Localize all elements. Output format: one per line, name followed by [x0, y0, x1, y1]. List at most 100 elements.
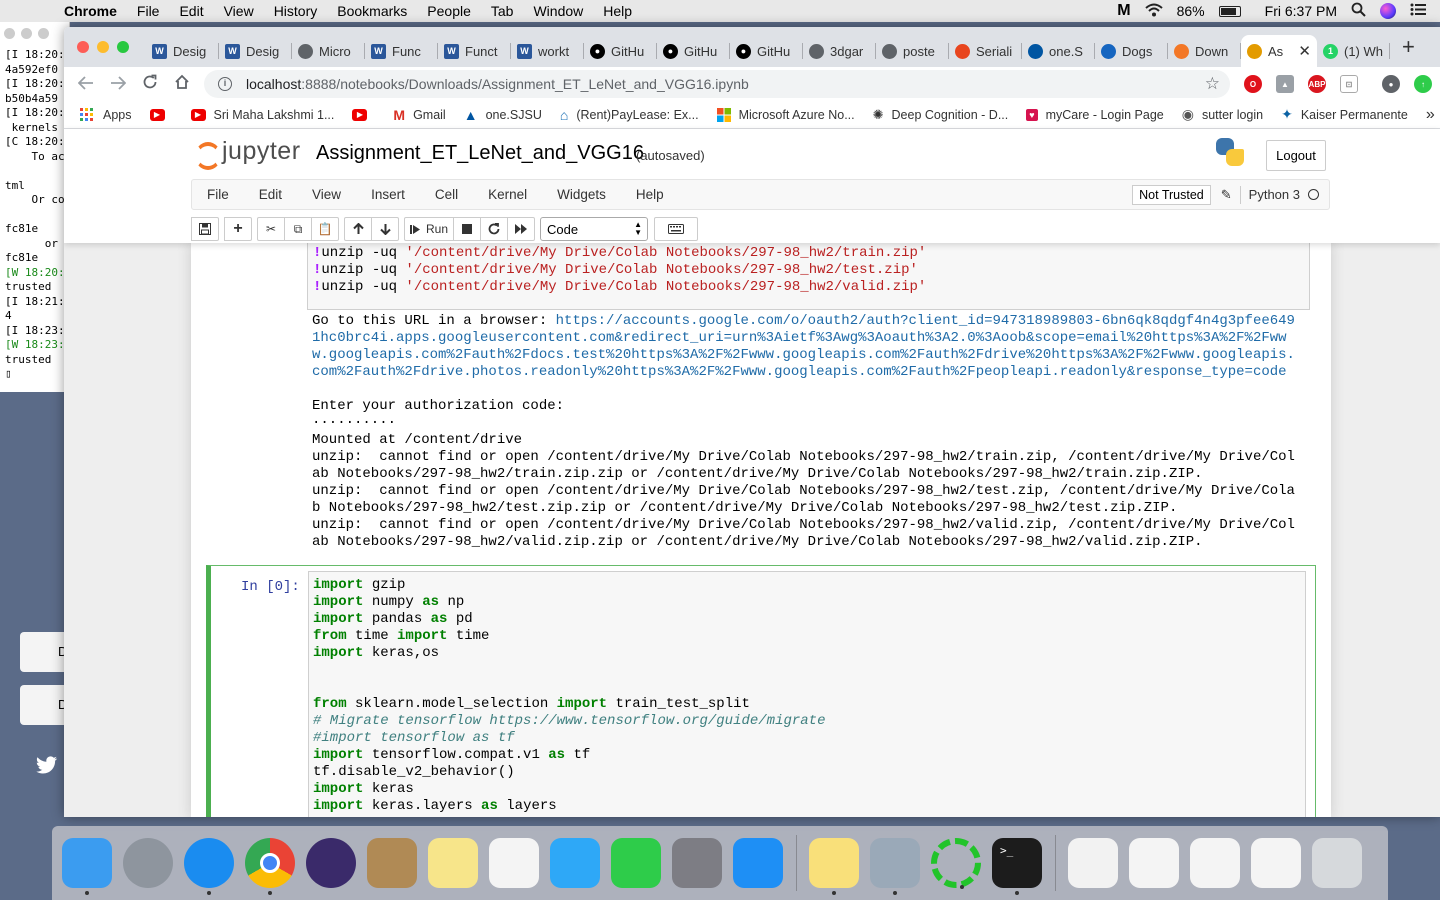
browser-tab[interactable]: W Func — [365, 35, 438, 67]
siri-icon[interactable] — [306, 838, 356, 888]
nb-menu-cell[interactable]: Cell — [420, 187, 473, 202]
browser-tab[interactable]: ● GitHu — [657, 35, 730, 67]
tab-active[interactable]: As ✕ — [1241, 35, 1317, 67]
app-store-icon[interactable] — [733, 838, 783, 888]
nb-menu-insert[interactable]: Insert — [356, 187, 420, 202]
jupyter-logo[interactable]: jupyter — [194, 137, 301, 170]
progress-ring-icon[interactable] — [931, 838, 981, 889]
trash-icon[interactable] — [1312, 838, 1362, 888]
bookmark-star-icon[interactable]: ☆ — [1205, 74, 1220, 94]
bookmark-one-sjsu[interactable]: ▲ one.SJSU — [464, 107, 542, 123]
menu-app-name[interactable]: Chrome — [54, 3, 127, 19]
downloads-stack-icon[interactable] — [1129, 838, 1179, 888]
nb-menu-file[interactable]: File — [192, 187, 244, 202]
browser-tab[interactable]: Micro — [292, 35, 365, 67]
bookmark-mycare[interactable]: ♥ myCare - Login Page — [1026, 108, 1164, 122]
browser-tab[interactable]: ● GitHu — [730, 35, 803, 67]
bookmark-azure[interactable]: Microsoft Azure No... — [716, 107, 855, 122]
browser-tab[interactable]: 1 (1) Wh — [1317, 35, 1390, 67]
cell-type-select[interactable]: Code ▲ ▼ — [540, 217, 648, 241]
menu-edit[interactable]: Edit — [169, 3, 213, 19]
nb-menu-edit[interactable]: Edit — [244, 187, 297, 202]
launchpad-icon[interactable] — [123, 838, 173, 888]
terminal-icon[interactable]: >_ — [992, 838, 1042, 895]
twitter-icon[interactable] — [36, 756, 58, 776]
chrome-icon[interactable] — [245, 838, 295, 895]
notes-icon[interactable] — [428, 838, 478, 888]
contacts-icon[interactable] — [367, 838, 417, 888]
browser-tab[interactable]: W Desig — [219, 35, 292, 67]
address-bar[interactable]: i localhost:8888/notebooks/Downloads/Ass… — [204, 70, 1230, 98]
desktop-item[interactable]: D — [20, 632, 68, 672]
preview-icon[interactable] — [870, 838, 920, 895]
minimize-window-button[interactable] — [97, 41, 109, 53]
menu-help[interactable]: Help — [593, 3, 642, 19]
photos-icon[interactable] — [489, 838, 539, 888]
nb-menu-help[interactable]: Help — [621, 187, 679, 202]
bookmark-sutter[interactable]: ◉ sutter login — [1182, 106, 1263, 123]
notebook-container[interactable]: # Unzip training dataset!unzip -uq '/con… — [191, 243, 1331, 817]
browser-tab[interactable]: poste — [876, 35, 949, 67]
spotlight-icon[interactable] — [1351, 2, 1366, 20]
kernel-name[interactable]: Python 3 — [1249, 187, 1300, 202]
forward-button[interactable] — [102, 74, 134, 95]
nb-menu-view[interactable]: View — [297, 187, 356, 202]
notebook-name[interactable]: Assignment_ET_LeNet_and_VGG16 — [316, 142, 644, 165]
bookmark-deep-cognition[interactable]: ✺ Deep Cognition - D... — [873, 107, 1009, 123]
menu-history[interactable]: History — [264, 3, 328, 19]
browser-tab[interactable]: Down — [1168, 35, 1241, 67]
desktop-item[interactable]: D — [20, 685, 68, 725]
messages-icon[interactable] — [550, 838, 600, 888]
stickies-icon[interactable] — [809, 838, 859, 895]
reload-button[interactable] — [134, 74, 166, 95]
terminal-window[interactable]: [I 18:20: 4a592ef0 [I 18:20: b50b4a59 [I 18:… — [0, 22, 70, 392]
run-button[interactable]: Run — [404, 217, 454, 241]
code-token[interactable]: w.googleapis.com%2Fauth%2Fdocs.test%20ht… — [312, 347, 1295, 363]
bookmark-youtube-2[interactable]: ▶ — [352, 108, 375, 121]
extension-puzzle-icon[interactable]: ⊡ — [1340, 75, 1358, 93]
browser-tab[interactable]: W Desig — [146, 35, 219, 67]
paste-icon[interactable]: 📋 — [311, 217, 339, 241]
malwarebytes-icon[interactable]: M — [1117, 2, 1130, 20]
battery-percent[interactable]: 86% — [1177, 3, 1205, 19]
bookmark-apps[interactable]: Apps — [80, 108, 132, 122]
opera-vpn-extension-icon[interactable]: O — [1244, 75, 1262, 93]
cut-icon[interactable]: ✂ — [257, 217, 285, 241]
browser-tab[interactable]: Seriali — [949, 35, 1022, 67]
close-tab-icon[interactable]: ✕ — [1298, 42, 1311, 60]
profile-avatar-icon[interactable]: ● — [1382, 75, 1400, 93]
browser-tab[interactable]: 3dgar — [803, 35, 876, 67]
back-button[interactable] — [70, 74, 102, 95]
new-tab-button[interactable]: + — [1402, 34, 1415, 60]
bookmark-sri-maha-lakshmi[interactable]: ▶ Sri Maha Lakshmi 1... — [190, 108, 334, 122]
code-token[interactable]: 1hc0brc4i.apps.googleusercontent.com&red… — [312, 330, 1287, 346]
menu-window[interactable]: Window — [523, 3, 593, 19]
bookmarks-overflow-button[interactable]: » — [1426, 106, 1435, 124]
facetime-icon[interactable] — [611, 838, 661, 888]
bookmark-paylease[interactable]: ⌂ (Rent)PayLease: Ex... — [560, 107, 699, 123]
save-icon[interactable] — [191, 217, 219, 241]
move-down-icon[interactable] — [371, 217, 399, 241]
siri-icon[interactable] — [1380, 3, 1396, 19]
menu-bookmarks[interactable]: Bookmarks — [327, 3, 417, 19]
browser-tab[interactable]: ● GitHu — [584, 35, 657, 67]
document-stack-icon[interactable] — [1251, 838, 1301, 888]
screenshot-stack-icon[interactable] — [1190, 838, 1240, 888]
nb-menu-widgets[interactable]: Widgets — [542, 187, 621, 202]
wifi-icon[interactable] — [1144, 3, 1163, 20]
close-window-button[interactable] — [77, 41, 89, 53]
code-cell-input[interactable]: import gzip import numpy as np import pand… — [308, 571, 1306, 817]
adblock-plus-icon[interactable]: ABP — [1308, 75, 1326, 93]
copy-icon[interactable]: ⧉ — [284, 217, 312, 241]
home-button[interactable] — [166, 74, 198, 95]
menu-file[interactable]: File — [127, 3, 170, 19]
restart-run-all-icon[interactable] — [507, 217, 535, 241]
restart-kernel-icon[interactable] — [480, 217, 508, 241]
bookmark-kaiser[interactable]: ✦ Kaiser Permanente — [1281, 106, 1408, 123]
menu-clock[interactable]: Fri 6:37 PM — [1265, 3, 1337, 19]
browser-tab[interactable]: W Funct — [438, 35, 511, 67]
update-icon[interactable]: ↑ — [1414, 75, 1432, 93]
safari-icon[interactable] — [184, 838, 234, 895]
command-palette-keyboard-icon[interactable] — [654, 217, 698, 241]
menu-tab[interactable]: Tab — [481, 3, 524, 19]
